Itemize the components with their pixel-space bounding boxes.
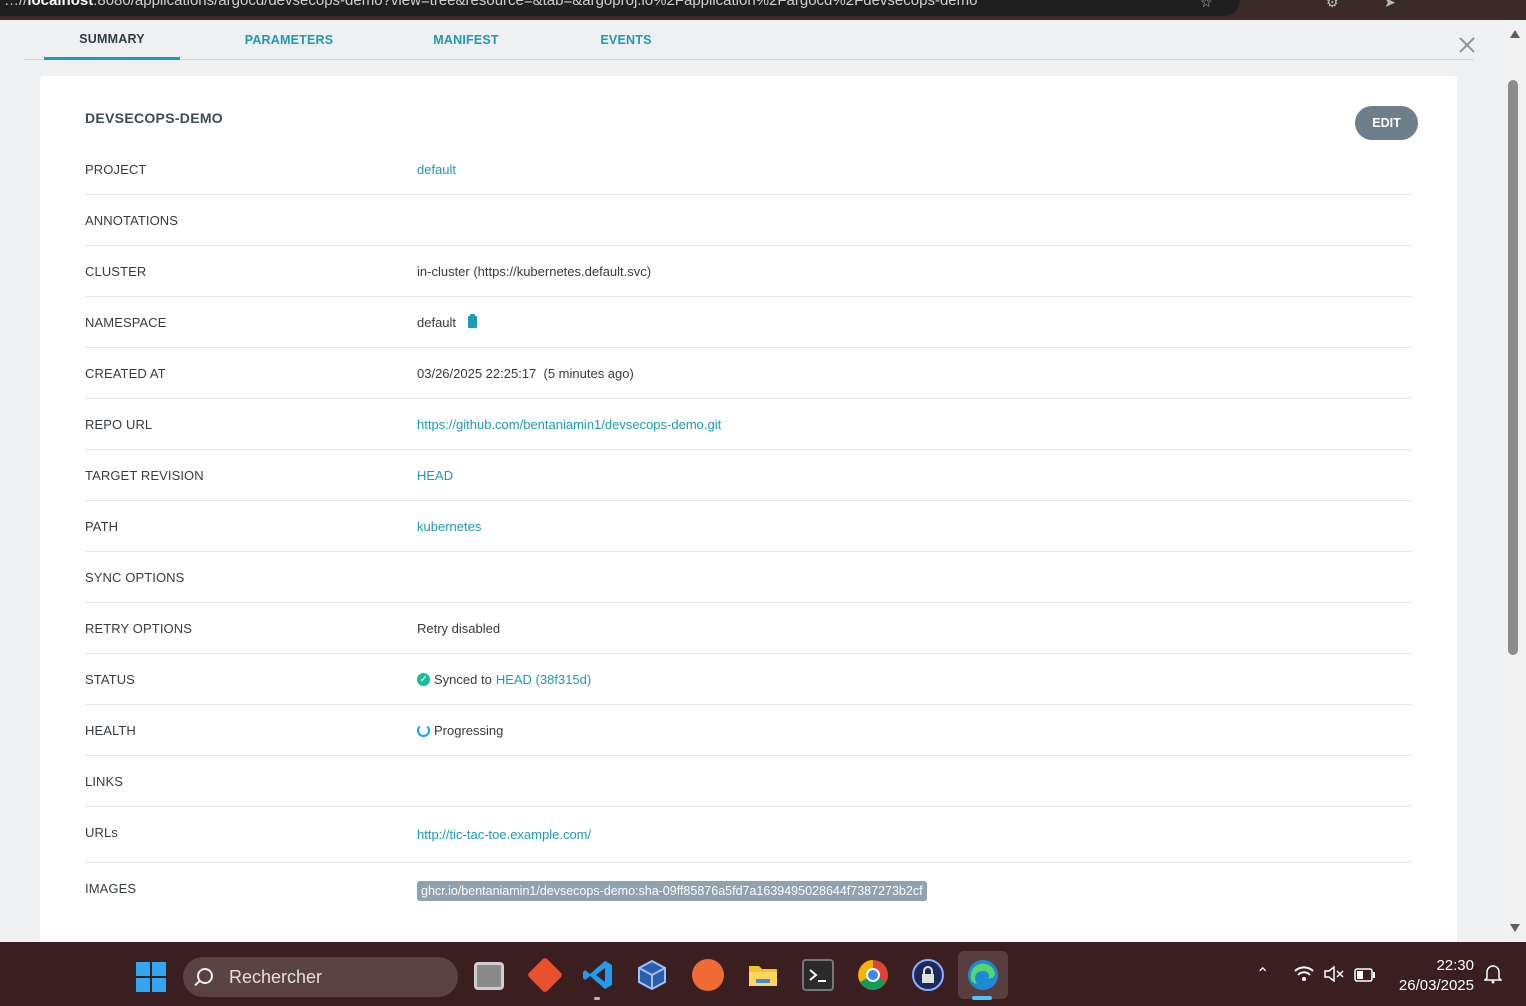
status-label: STATUS <box>85 671 135 687</box>
repo-url-label: REPO URL <box>85 416 153 432</box>
edge-icon[interactable] <box>967 959 999 991</box>
status-text: Synced to <box>434 671 492 687</box>
speaker-muted-icon[interactable] <box>1324 965 1344 987</box>
scroll-down-arrow-icon[interactable] <box>1510 924 1520 932</box>
url-path: :8080/applications/argocd/devsecops-demo… <box>93 0 978 9</box>
row-project: PROJECT default <box>85 144 1412 195</box>
share-icon[interactable]: ➤ <box>1384 0 1396 11</box>
sync-options-label: SYNC OPTIONS <box>85 569 185 585</box>
cluster-value: in-cluster (https://kubernetes.default.s… <box>417 263 652 279</box>
status-revision-link[interactable]: HEAD (38f315d) <box>496 672 591 687</box>
url-prefix: …// <box>4 0 28 9</box>
page-scrollbar[interactable] <box>1504 20 1526 942</box>
chrome-icon[interactable] <box>857 959 889 991</box>
url-link[interactable]: http://tic-tac-toe.example.com/ <box>417 827 591 842</box>
app-title: DEVSECOPS-DEMO <box>85 110 223 126</box>
links-label: LINKS <box>85 773 124 789</box>
summary-table: PROJECT default ANNOTATIONS CLUSTER in-c… <box>85 144 1412 914</box>
copy-icon[interactable] <box>468 314 478 328</box>
search-placeholder: Rechercher <box>229 966 323 987</box>
annotations-label: ANNOTATIONS <box>85 212 179 228</box>
summary-card: DEVSECOPS-DEMO EDIT PROJECT default ANNO… <box>40 76 1457 942</box>
show-hidden-icons-chevron-up-icon[interactable]: ⌃ <box>1256 964 1269 984</box>
urls-label: URLs <box>85 824 118 840</box>
vscode-icon[interactable] <box>582 959 614 991</box>
path-link[interactable]: kubernetes <box>417 519 481 534</box>
row-repo-url: REPO URL https://github.com/bentaniamin1… <box>85 399 1412 450</box>
created-at-label: CREATED AT <box>85 365 166 381</box>
taskbar-search[interactable]: Rechercher <box>183 957 458 997</box>
tab-events[interactable]: EVENTS <box>584 20 668 60</box>
edge-running-indicator <box>972 996 992 1000</box>
task-view-icon[interactable] <box>474 962 504 990</box>
created-at-value: 03/26/2025 22:25:17 (5 minutes ago) <box>417 365 634 381</box>
app-details-panel: SUMMARY PARAMETERS MANIFEST EVENTS DEVSE… <box>0 20 1504 942</box>
health-label: HEALTH <box>85 722 136 738</box>
row-namespace: NAMESPACE default <box>85 297 1412 348</box>
vpn-lock-icon[interactable] <box>912 959 944 991</box>
row-links: LINKS <box>85 756 1412 807</box>
battery-icon[interactable] <box>1354 968 1376 987</box>
clock-time: 22:30 <box>1436 957 1474 974</box>
tab-summary[interactable]: SUMMARY <box>44 20 180 60</box>
row-images: IMAGES ghcr.io/bentaniamin1/devsecops-de… <box>85 863 1412 914</box>
windows-taskbar: Rechercher ⌃ 22:30 26/03/2025 <box>0 942 1526 1006</box>
progressing-icon <box>417 723 430 737</box>
close-icon[interactable] <box>1456 34 1478 56</box>
row-target-revision: TARGET REVISION HEAD <box>85 450 1412 501</box>
scroll-thumb[interactable] <box>1508 80 1518 655</box>
synced-check-icon: ✓ <box>417 672 430 686</box>
row-sync-options: SYNC OPTIONS <box>85 552 1412 603</box>
file-explorer-icon[interactable] <box>747 959 779 991</box>
path-label: PATH <box>85 518 119 534</box>
windows-start-icon[interactable] <box>136 962 166 992</box>
search-icon <box>197 968 213 984</box>
image-tag[interactable]: ghcr.io/bentaniamin1/devsecops-demo:sha-… <box>417 881 927 901</box>
tab-parameters[interactable]: PARAMETERS <box>224 20 354 60</box>
row-urls: URLs http://tic-tac-toe.example.com/ <box>85 807 1412 863</box>
tab-manifest[interactable]: MANIFEST <box>414 20 518 60</box>
images-label: IMAGES <box>85 880 137 896</box>
cluster-label: CLUSTER <box>85 263 147 279</box>
postman-icon[interactable] <box>692 959 724 991</box>
row-cluster: CLUSTER in-cluster (https://kubernetes.d… <box>85 246 1412 297</box>
scroll-up-arrow-icon[interactable] <box>1510 30 1520 38</box>
git-tool-icon[interactable] <box>526 956 564 994</box>
address-bar[interactable]: …//localhost:8080/applications/argocd/de… <box>0 0 1240 16</box>
vscode-running-indicator <box>594 997 600 1000</box>
row-status: STATUS ✓ Synced to HEAD (38f315d) <box>85 654 1412 705</box>
target-revision-label: TARGET REVISION <box>85 467 204 483</box>
clock-date: 26/03/2025 <box>1398 977 1474 994</box>
edit-button[interactable]: EDIT <box>1355 106 1418 140</box>
browser-toolbar: …//localhost:8080/applications/argocd/de… <box>0 0 1526 20</box>
namespace-value: default <box>417 314 457 330</box>
extensions-icon[interactable]: ⚙ <box>1326 0 1339 11</box>
retry-options-value: Retry disabled <box>417 620 501 636</box>
row-path: PATH kubernetes <box>85 501 1412 552</box>
row-health: HEALTH Progressing <box>85 705 1412 756</box>
system-clock[interactable]: 22:30 26/03/2025 <box>1388 956 1474 996</box>
wifi-icon[interactable] <box>1294 966 1314 987</box>
namespace-label: NAMESPACE <box>85 314 167 330</box>
target-revision-link[interactable]: HEAD <box>417 468 453 483</box>
url-host: localhost <box>27 0 94 9</box>
health-value: Progressing <box>434 722 504 738</box>
row-created-at: CREATED AT 03/26/2025 22:25:17 (5 minute… <box>85 348 1412 399</box>
project-link[interactable]: default <box>417 162 456 177</box>
virtualbox-icon[interactable] <box>636 959 668 991</box>
detail-tabs: SUMMARY PARAMETERS MANIFEST EVENTS <box>24 20 1474 60</box>
retry-options-label: RETRY OPTIONS <box>85 620 193 636</box>
repo-url-link[interactable]: https://github.com/bentaniamin1/devsecop… <box>417 417 721 432</box>
terminal-icon[interactable] <box>802 959 834 991</box>
row-annotations: ANNOTATIONS <box>85 195 1412 246</box>
project-label: PROJECT <box>85 161 147 177</box>
row-retry-options: RETRY OPTIONS Retry disabled <box>85 603 1412 654</box>
favorite-icon[interactable]: ☆ <box>1200 0 1213 11</box>
notifications-icon[interactable] <box>1483 964 1503 989</box>
